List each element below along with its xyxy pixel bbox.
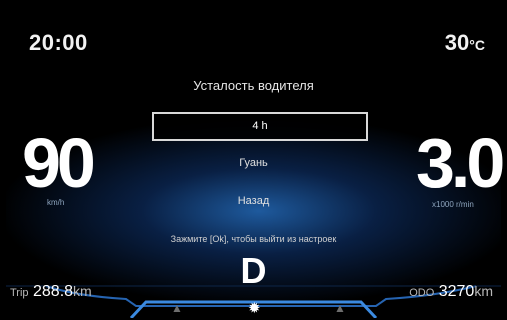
rpm-value: 3.0 [416, 124, 505, 202]
speed-unit: km/h [47, 198, 65, 207]
temperature-value: 30 [444, 30, 470, 55]
odometer: ODO 3270km [409, 283, 493, 301]
trip-label: Trip [10, 287, 29, 299]
menu-selected-item[interactable]: 4 h [152, 112, 368, 141]
warning-triangle-icon: ▲ [334, 301, 346, 315]
trip-value: 288.8 [33, 283, 74, 300]
trip-unit: km [73, 283, 92, 299]
odo-label: ODO [409, 287, 435, 299]
outside-temperature: 30°C [445, 30, 485, 56]
odo-value: 3270 [438, 283, 475, 300]
exit-hint: Зажмите [Ok], чтобы выйти из настроек [170, 234, 337, 244]
rpm-unit: x1000 r/min [432, 200, 474, 209]
trip-meter: Trip 288.8km [10, 283, 92, 301]
clock: 20:00 [29, 30, 88, 55]
settings-gear-icon: ✹ [248, 300, 261, 317]
speed-value: 90 [22, 124, 96, 202]
odo-unit: km [474, 283, 493, 299]
warning-triangle-icon: ▲ [171, 301, 183, 315]
menu-title: Усталость водителя [193, 78, 314, 93]
temperature-unit: °C [469, 37, 485, 53]
instrument-cluster-screen: 20:00 30°C Усталость водителя 4 h Гуань … [0, 0, 507, 320]
